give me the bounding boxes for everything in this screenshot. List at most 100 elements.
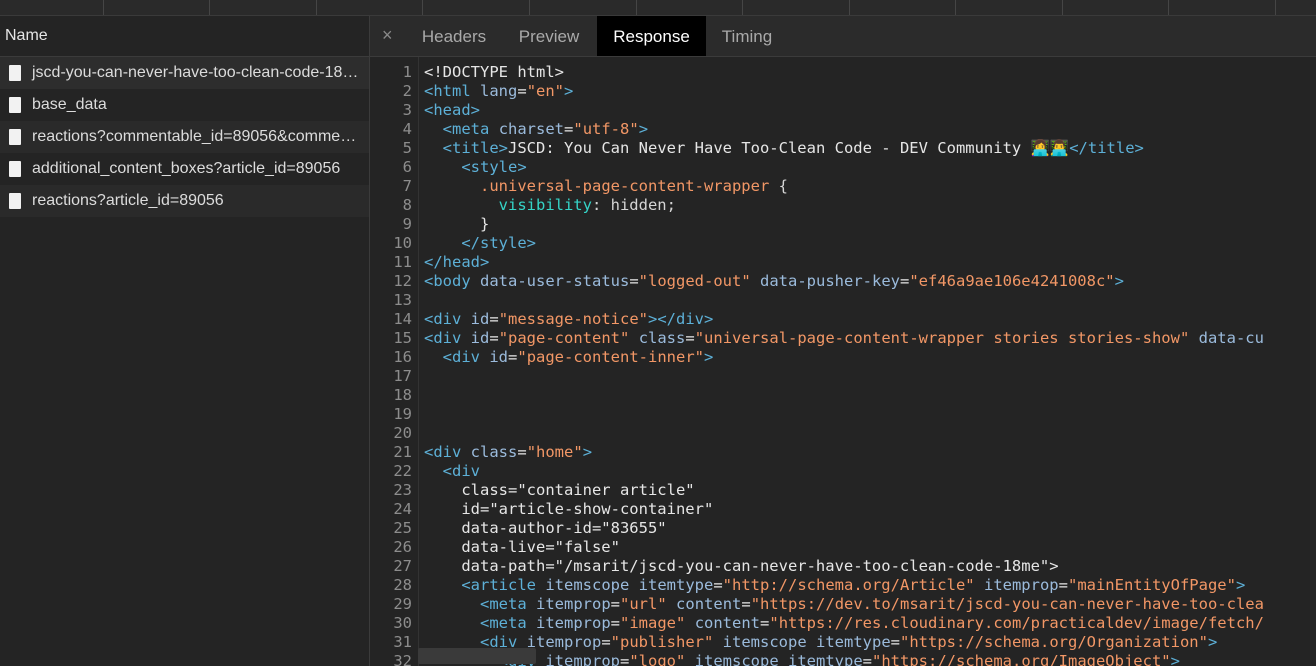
request-item[interactable]: reactions?article_id=89056 [0,185,369,217]
line-number: 29 [393,595,412,613]
code-line: 18 [370,386,412,405]
code-text: <article itemscope itemtype="http://sche… [461,576,1246,594]
code-text: <meta charset="utf-8"> [442,120,649,138]
code-line: 9 } [370,215,490,234]
code-line: 2 <html lang="en"> [370,82,574,101]
code-text: .universal-page-content-wrapper { [480,177,788,195]
code-text: <div class="home"> [424,443,593,461]
document-icon [9,193,21,209]
code-text: <div [442,462,480,480]
code-line: 17 [370,367,412,386]
code-line: 8 visibility: hidden; [370,196,676,215]
line-number: 4 [402,120,412,138]
line-number: 32 [393,652,412,666]
document-icon [9,161,21,177]
code-text: <div id="page-content-inner"> [442,348,714,366]
request-name: base_data [32,96,107,113]
code-line: 24 id="article-show-container" [370,500,713,519]
code-text: </style> [461,234,536,252]
request-name: reactions?commentable_id=89056&commentab… [32,128,369,145]
line-number: 18 [393,386,412,404]
document-icon [9,65,21,81]
line-number: 26 [393,538,412,556]
line-number: 31 [393,633,412,651]
code-line: 15 <div id="page-content" class="universa… [370,329,1264,348]
request-item[interactable]: reactions?commentable_id=89056&commentab… [0,121,369,153]
tab-timing[interactable]: Timing [711,16,783,56]
detail-tabbar: × Headers Preview Response Timing [370,16,1316,57]
code-text: <meta itemprop="url" content="https://de… [480,595,1264,613]
line-number: 11 [393,253,412,271]
horizontal-scrollbar[interactable] [418,648,536,664]
ruler-tick [103,0,104,15]
code-line: 31 <div itemprop="publisher" itemscope i… [370,633,1217,652]
line-number: 27 [393,557,412,575]
code-line: 21 <div class="home"> [370,443,592,462]
code-text: visibility: hidden; [498,196,676,214]
code-line: 32 <div itemprop="logo" itemscope itemty… [370,652,1180,666]
document-icon [9,97,21,113]
line-number: 1 [402,63,412,81]
request-item[interactable]: additional_content_boxes?article_id=8905… [0,153,369,185]
request-item[interactable]: jscd-you-can-never-have-too-clean-code-1… [0,57,369,89]
code-line: 27 data-path="/msarit/jscd-you-can-never… [370,557,1058,576]
response-code-viewer[interactable]: 1 <!DOCTYPE html> 2 <html lang="en"> 3 <head>… [370,57,1316,666]
code-text: class="container article" [424,481,695,499]
code-line: 20 [370,424,412,443]
code-line: 26 data-live="false" [370,538,620,557]
code-line: 7 .universal-page-content-wrapper { [370,177,788,196]
line-number: 3 [402,101,412,119]
line-number: 5 [402,139,412,157]
request-item[interactable]: base_data [0,89,369,121]
close-icon[interactable]: × [382,25,393,46]
ruler-tick [636,0,637,15]
code-text: <meta itemprop="image" content="https://… [480,614,1264,632]
ruler-tick [209,0,210,15]
code-text: <div itemprop="publisher" itemscope item… [480,633,1218,651]
code-text: data-live="false" [424,538,620,556]
code-text: data-path="/msarit/jscd-you-can-never-ha… [424,557,1059,575]
code-line: 25 data-author-id="83655" [370,519,666,538]
line-number: 25 [393,519,412,537]
line-number: 10 [393,234,412,252]
code-line: 23 class="container article" [370,481,694,500]
line-number: 14 [393,310,412,328]
line-number: 12 [393,272,412,290]
code-text: } [424,215,490,233]
code-text: </head> [424,253,490,271]
request-list: jscd-you-can-never-have-too-clean-code-1… [0,57,369,217]
code-line: 11 </head> [370,253,489,272]
code-line: 3 <head> [370,101,480,120]
top-ruler [0,0,1316,16]
code-line: 12 <body data-user-status="logged-out" da… [370,272,1124,291]
code-text: <div itemprop="logo" itemscope itemtype=… [499,652,1180,666]
document-icon [9,129,21,145]
request-name: jscd-you-can-never-have-too-clean-code-1… [32,64,365,81]
tab-preview[interactable]: Preview [506,16,592,56]
ruler-tick [955,0,956,15]
line-number: 22 [393,462,412,480]
line-number: 8 [402,196,412,214]
request-list-panel: Name jscd-you-can-never-have-too-clean-c… [0,16,370,666]
code-text: <body data-user-status="logged-out" data… [424,272,1124,290]
ruler-tick [1275,0,1276,15]
code-text: <style> [461,158,527,176]
code-text: id="article-show-container" [424,500,714,518]
ruler-tick [1168,0,1169,15]
code-line: 19 [370,405,412,424]
code-line: 13 [370,291,412,310]
code-text: <div id="page-content" class="universal-… [424,329,1264,347]
line-number: 20 [393,424,412,442]
name-column-header[interactable]: Name [0,16,369,57]
code-text: <div id="message-notice"></div> [424,310,714,328]
code-line: 16 <div id="page-content-inner"> [370,348,713,367]
ruler-tick [422,0,423,15]
code-text: <title>JSCD: You Can Never Have Too-Clea… [442,139,1144,157]
tab-headers[interactable]: Headers [408,16,500,56]
line-number: 17 [393,367,412,385]
tab-response[interactable]: Response [597,16,706,56]
code-line: 4 <meta charset="utf-8"> [370,120,648,139]
code-line: 6 <style> [370,158,527,177]
line-number: 9 [402,215,412,233]
code-line: 1 <!DOCTYPE html> [370,63,564,82]
